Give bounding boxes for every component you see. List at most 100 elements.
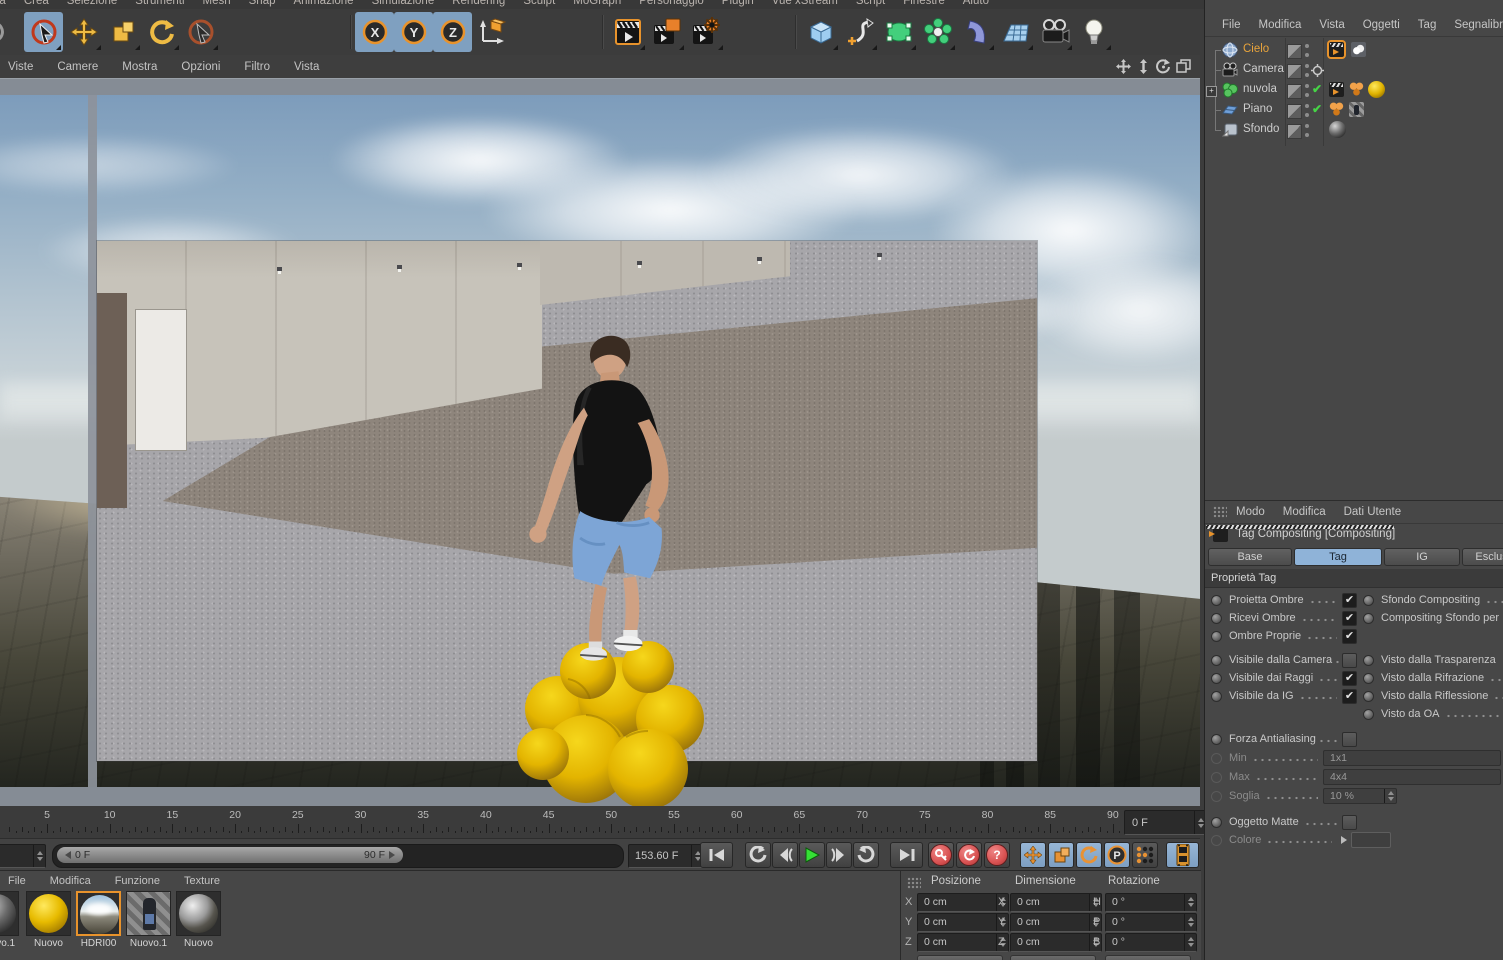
am-menu-modifica[interactable]: Modifica xyxy=(1274,506,1335,518)
visibility-dots-icon[interactable] xyxy=(1305,44,1309,57)
object-row-cielo[interactable]: Cielo xyxy=(1205,40,1503,60)
vp-menu-mostra[interactable]: Mostra xyxy=(110,61,169,73)
preview-range-track[interactable]: 0 F 90 F xyxy=(52,844,624,868)
key-parameter-button[interactable]: P xyxy=(1104,842,1130,868)
next-key-button[interactable] xyxy=(853,842,879,868)
menu-strumenti[interactable]: Strumenti xyxy=(126,0,193,9)
checkbox[interactable] xyxy=(1342,628,1357,644)
tab-ig[interactable]: IG xyxy=(1384,548,1460,566)
om-menu-tag[interactable]: Tag xyxy=(1409,19,1446,31)
mat-menu-funzione[interactable]: Funzione xyxy=(103,873,172,889)
animation-dot-icon[interactable] xyxy=(1211,630,1222,642)
phong-tag-icon[interactable] xyxy=(1349,82,1364,97)
dark-material-tag-icon[interactable] xyxy=(1329,121,1346,138)
am-menu-dati-utente[interactable]: Dati Utente xyxy=(1335,506,1411,518)
menu-mograph[interactable]: MoGraph xyxy=(564,0,630,9)
vp-menu-opzioni[interactable]: Opzioni xyxy=(169,61,232,73)
material-item-selected[interactable]: HDRI00 xyxy=(76,891,121,949)
compositing-tag-icon[interactable] xyxy=(1329,42,1344,57)
animation-dot-icon[interactable] xyxy=(1363,690,1374,702)
tab-esclusione[interactable]: Esclusione xyxy=(1462,548,1503,566)
mat-menu-modifica[interactable]: Modifica xyxy=(38,873,103,889)
object-name[interactable]: Cielo xyxy=(1243,43,1269,55)
phong-tag-icon[interactable] xyxy=(1329,102,1344,117)
object-name[interactable]: Piano xyxy=(1243,103,1272,115)
om-menu-file[interactable]: File xyxy=(1213,19,1250,31)
play-button[interactable] xyxy=(799,842,825,868)
material-item[interactable]: Nuovo xyxy=(26,891,71,949)
scale-icon[interactable] xyxy=(103,12,142,52)
visibility-dots-icon[interactable] xyxy=(1305,64,1309,77)
previous-frame-button[interactable] xyxy=(772,842,798,868)
animation-dot-icon[interactable] xyxy=(1211,690,1222,702)
rot-h-field[interactable]: 0 ° xyxy=(1105,892,1197,912)
vp-menu-filtro[interactable]: Filtro xyxy=(232,61,282,73)
expand-icon[interactable]: + xyxy=(1206,86,1217,97)
om-menu-modifica[interactable]: Modifica xyxy=(1250,19,1311,31)
start-frame-stepper[interactable] xyxy=(33,845,45,867)
texture-tag-icon[interactable] xyxy=(1349,102,1364,117)
lock-x-icon[interactable]: X xyxy=(355,12,394,52)
viewport-maximize-icon[interactable] xyxy=(1175,58,1192,75)
visibility-dots-icon[interactable] xyxy=(1305,104,1309,117)
vp-menu-viste[interactable]: Viste xyxy=(0,61,45,73)
menu-simulazione[interactable]: Simulazione xyxy=(363,0,444,9)
panel-handle-icon[interactable] xyxy=(1213,506,1227,518)
menu-plugin[interactable]: Plugin xyxy=(713,0,763,9)
add-spline-icon[interactable] xyxy=(840,12,879,52)
apply-button-cut[interactable] xyxy=(1010,955,1096,960)
render-picture-viewer-icon[interactable] xyxy=(647,12,686,52)
menu-aiuto[interactable]: Aiuto xyxy=(954,0,998,9)
section-header[interactable]: Proprietà Tag xyxy=(1205,569,1503,588)
animation-dot-icon[interactable] xyxy=(1363,612,1374,624)
menu-selezione[interactable]: Selezione xyxy=(58,0,127,9)
mat-menu-texture[interactable]: Texture xyxy=(172,873,232,889)
lock-y-icon[interactable]: Y xyxy=(394,12,433,52)
checkbox[interactable] xyxy=(1342,652,1357,668)
camera-active-toggle-icon[interactable] xyxy=(1311,64,1324,77)
autokey-button[interactable] xyxy=(956,842,982,868)
range-left-arrow-icon[interactable] xyxy=(65,851,71,859)
viewport-zoom-icon[interactable] xyxy=(1135,58,1152,75)
checkbox[interactable] xyxy=(1342,592,1357,608)
yellow-material-tag-icon[interactable] xyxy=(1368,81,1385,98)
render-settings-icon[interactable] xyxy=(686,12,725,52)
preview-range-bar[interactable]: 0 F 90 F xyxy=(57,847,403,863)
menu-snap[interactable]: Snap xyxy=(240,0,285,9)
pos-x-field[interactable]: 0 cm xyxy=(917,892,1009,912)
goto-start-button[interactable] xyxy=(700,842,733,868)
menu-rendering[interactable]: Rendering xyxy=(443,0,514,9)
object-name[interactable]: Camera xyxy=(1243,63,1284,75)
viewport-rotate-icon[interactable] xyxy=(1155,58,1172,75)
checkbox[interactable] xyxy=(1342,688,1357,704)
animation-dot-icon[interactable] xyxy=(1363,594,1374,606)
layer-box-icon[interactable] xyxy=(1287,84,1302,99)
animation-dot-icon[interactable] xyxy=(1211,733,1222,745)
om-menu-oggetti[interactable]: Oggetti xyxy=(1354,19,1409,31)
object-row-sfondo[interactable]: Sfondo xyxy=(1205,120,1503,140)
previous-key-button[interactable] xyxy=(745,842,771,868)
next-frame-button[interactable] xyxy=(826,842,852,868)
key-rotation-button[interactable] xyxy=(1076,842,1102,868)
stepper-icon[interactable] xyxy=(1184,913,1196,931)
menu-animazione[interactable]: Animazione xyxy=(284,0,362,9)
layer-box-icon[interactable] xyxy=(1287,64,1302,79)
visibility-dots-icon[interactable] xyxy=(1305,84,1309,97)
render-view-icon[interactable] xyxy=(608,12,647,52)
pos-z-field[interactable]: 0 cm xyxy=(917,932,1009,952)
live-selection-icon[interactable] xyxy=(24,12,63,52)
start-frame-field[interactable]: 0 F xyxy=(0,844,46,868)
stepper-icon[interactable] xyxy=(1184,933,1196,951)
size-z-field[interactable]: 0 cm xyxy=(1010,932,1102,952)
animation-dot-icon[interactable] xyxy=(1211,816,1222,828)
keyframe-selection-button[interactable]: ? xyxy=(984,842,1010,868)
animation-dot-icon[interactable] xyxy=(1211,594,1222,606)
animation-dot-icon[interactable] xyxy=(1363,654,1374,666)
color-swatch[interactable] xyxy=(1351,832,1391,848)
add-camera-icon[interactable] xyxy=(1035,12,1074,52)
menu-crea[interactable]: Crea xyxy=(15,0,58,9)
move-icon[interactable] xyxy=(64,12,103,52)
last-tool-icon[interactable] xyxy=(181,12,220,52)
material-thumbnail[interactable] xyxy=(176,891,221,936)
viewport[interactable] xyxy=(0,78,1200,806)
